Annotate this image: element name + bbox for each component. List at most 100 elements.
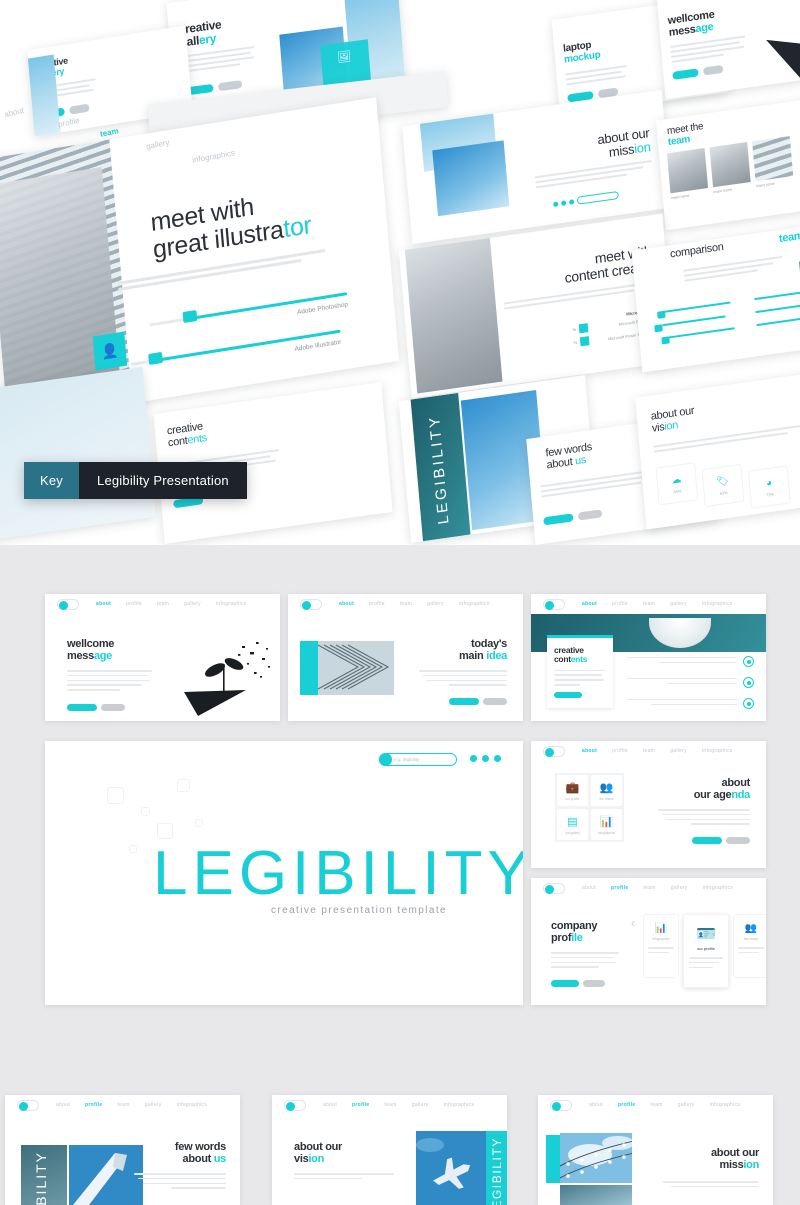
slide-buttons[interactable] bbox=[67, 704, 125, 711]
search-input[interactable]: e.g. legibility bbox=[379, 753, 457, 766]
read-more-button[interactable] bbox=[692, 837, 722, 844]
view-more-button[interactable] bbox=[726, 837, 750, 844]
dot-2[interactable] bbox=[482, 755, 489, 762]
nav-infographics[interactable]: infographics bbox=[703, 885, 734, 891]
menu-toggle[interactable] bbox=[300, 598, 322, 610]
gallery-slide-company-profile[interactable]: about profile team gallery infographics … bbox=[531, 878, 766, 1005]
nav-infographics[interactable]: infographics bbox=[444, 1102, 475, 1108]
slide-topnav[interactable]: about profile team gallery infographics bbox=[45, 594, 280, 614]
read-more-button[interactable] bbox=[67, 704, 97, 711]
nav-team[interactable]: team bbox=[384, 1102, 396, 1108]
agenda-card-infographics[interactable]: 📊 infographics bbox=[590, 808, 623, 841]
nav-infographics[interactable]: infographics bbox=[177, 1102, 208, 1108]
slide-topnav[interactable]: about profile team gallery infographics bbox=[538, 1095, 773, 1115]
nav-gallery[interactable]: gallery bbox=[671, 885, 688, 891]
view-more-button[interactable] bbox=[702, 64, 724, 76]
nav-profile[interactable]: profile bbox=[369, 601, 385, 607]
nav-profile[interactable]: profile bbox=[612, 748, 628, 754]
hero-slide-about-our-vision[interactable]: about our vision ☁ 85% 🏷 63% ◕ 72% bbox=[635, 370, 800, 530]
profile-carousel[interactable]: 📊 infographics 🪪 our profile 👥 the teams bbox=[643, 914, 766, 988]
agenda-card-the-teams[interactable]: 👥 the teams bbox=[590, 774, 623, 807]
slide-topnav[interactable]: about profile team gallery infographics bbox=[531, 878, 766, 898]
gallery-slide-legibility-cover[interactable]: e.g. legibility LEGIBILITY creative pres… bbox=[45, 741, 523, 1005]
nav-gallery[interactable]: gallery bbox=[427, 601, 444, 607]
view-more-button[interactable] bbox=[101, 704, 125, 711]
slide-topnav[interactable]: about profile team gallery infographics bbox=[272, 1095, 507, 1115]
nav-gallery[interactable]: gallery bbox=[412, 1102, 429, 1108]
read-more-button[interactable] bbox=[554, 691, 582, 698]
nav-profile[interactable]: profile bbox=[611, 885, 628, 891]
nav-profile[interactable]: profile bbox=[126, 601, 142, 607]
dot-1[interactable] bbox=[470, 755, 477, 762]
nav-team[interactable]: team bbox=[117, 1102, 129, 1108]
nav-infographics[interactable]: infographics bbox=[710, 1102, 741, 1108]
read-more-button[interactable] bbox=[449, 698, 479, 705]
slide-buttons[interactable] bbox=[692, 837, 750, 844]
nav-team[interactable]: team bbox=[157, 601, 169, 607]
nav-gallery[interactable]: gallery bbox=[184, 601, 201, 607]
nav-gallery[interactable]: gallery bbox=[678, 1102, 695, 1108]
read-more-button[interactable] bbox=[672, 68, 699, 80]
nav-about[interactable]: about bbox=[56, 1102, 70, 1108]
slide-topnav[interactable]: about profile team gallery infographics bbox=[5, 1095, 240, 1115]
menu-toggle[interactable] bbox=[543, 882, 565, 894]
nav-gallery[interactable]: gallery bbox=[670, 748, 687, 754]
slide-buttons[interactable] bbox=[672, 64, 724, 80]
window-dots[interactable] bbox=[470, 755, 501, 762]
slide-topnav[interactable]: about profile team gallery infographics bbox=[531, 741, 766, 761]
view-more-button[interactable] bbox=[583, 980, 605, 987]
view-more-button[interactable] bbox=[217, 80, 243, 92]
menu-toggle[interactable] bbox=[550, 1099, 572, 1111]
search-bar[interactable]: e.g. legibility bbox=[379, 753, 457, 766]
gallery-slide-wellcome-message[interactable]: about profile team gallery infographics … bbox=[45, 594, 280, 721]
nav-infographics[interactable]: infographics bbox=[216, 601, 247, 607]
slide-topnav[interactable]: about profile team gallery infographics bbox=[288, 594, 523, 614]
carousel-prev-icon[interactable]: ‹ bbox=[631, 916, 635, 930]
menu-toggle[interactable] bbox=[543, 598, 565, 610]
nav-about[interactable]: about bbox=[589, 1102, 603, 1108]
gallery-slide-creative-contents[interactable]: about profile team gallery infographics … bbox=[531, 594, 766, 721]
slide-buttons[interactable] bbox=[543, 509, 603, 526]
slide-buttons[interactable] bbox=[183, 80, 243, 96]
nav-team[interactable]: team bbox=[643, 748, 655, 754]
pagination-dots[interactable] bbox=[553, 190, 619, 208]
gallery-slide-about-our-vision[interactable]: about profile team gallery infographics … bbox=[272, 1095, 507, 1205]
nav-profile[interactable]: profile bbox=[352, 1102, 369, 1108]
nav-team[interactable]: team bbox=[643, 885, 655, 891]
nav-gallery[interactable]: gallery bbox=[670, 601, 687, 607]
nav-team[interactable]: team bbox=[400, 601, 412, 607]
menu-toggle[interactable] bbox=[543, 745, 565, 757]
nav-team[interactable]: team bbox=[643, 601, 655, 607]
slide-topnav[interactable]: about profile team gallery infographics bbox=[531, 594, 766, 614]
gallery-slide-about-our-mission[interactable]: about profile team gallery infographics bbox=[538, 1095, 773, 1205]
menu-toggle[interactable] bbox=[284, 1099, 306, 1111]
view-more-button[interactable] bbox=[483, 698, 507, 705]
nav-team[interactable]: team bbox=[650, 1102, 662, 1108]
dot-3[interactable] bbox=[494, 755, 501, 762]
read-more-button[interactable] bbox=[543, 513, 574, 526]
slide-buttons[interactable] bbox=[449, 698, 507, 705]
nav-profile[interactable]: profile bbox=[85, 1102, 102, 1108]
carousel-card-the-teams[interactable]: 👥 the teams bbox=[733, 914, 766, 978]
nav-gallery[interactable]: gallery bbox=[145, 1102, 162, 1108]
slide-buttons[interactable] bbox=[551, 980, 605, 987]
menu-toggle[interactable] bbox=[17, 1099, 39, 1111]
nav-about[interactable]: about bbox=[323, 1102, 337, 1108]
nav-about[interactable]: about bbox=[582, 885, 596, 891]
carousel-card-infographics[interactable]: 📊 infographics bbox=[643, 914, 679, 978]
menu-toggle[interactable] bbox=[57, 598, 79, 610]
nav-infographics[interactable]: infographics bbox=[702, 601, 733, 607]
nav-infographics[interactable]: infographics bbox=[702, 748, 733, 754]
nav-about[interactable]: about bbox=[339, 601, 354, 607]
nav-about[interactable]: about bbox=[582, 601, 597, 607]
nav-about[interactable]: about bbox=[96, 601, 111, 607]
nav-profile[interactable]: profile bbox=[618, 1102, 635, 1108]
nav-about[interactable]: about bbox=[582, 748, 597, 754]
gallery-slide-few-words-about-us[interactable]: about profile team gallery infographics … bbox=[5, 1095, 240, 1205]
read-more-button[interactable] bbox=[551, 980, 579, 987]
agenda-card-our-gallery[interactable]: ▤ our gallery bbox=[556, 808, 589, 841]
carousel-card-our-profile[interactable]: 🪪 our profile bbox=[683, 914, 729, 988]
view-more-button[interactable] bbox=[577, 509, 603, 521]
nav-profile[interactable]: profile bbox=[612, 601, 628, 607]
nav-infographics[interactable]: infographics bbox=[459, 601, 490, 607]
